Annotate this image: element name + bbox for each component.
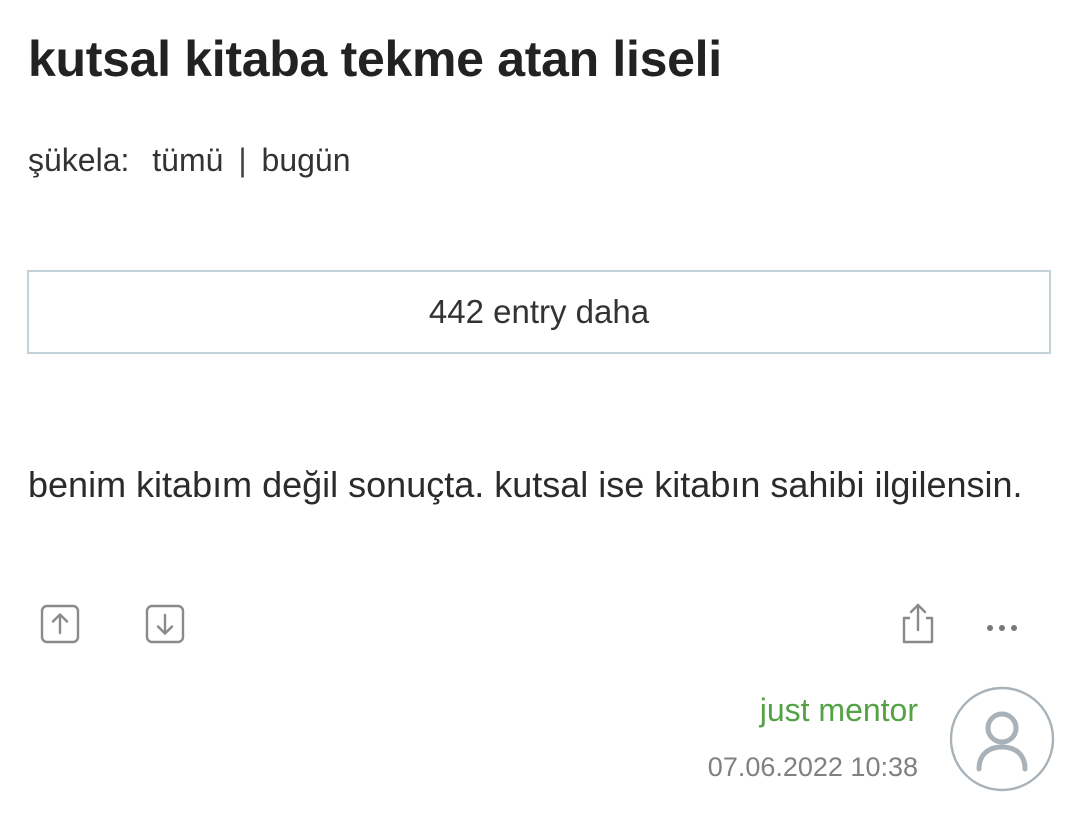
author-name-link[interactable]: just mentor	[760, 692, 918, 729]
ellipsis-icon	[987, 625, 1017, 631]
filter-all-link[interactable]: tümü	[152, 142, 223, 178]
arrow-down-box-icon	[145, 604, 185, 644]
arrow-up-box-icon	[40, 604, 80, 644]
sukela-label: şükela:	[28, 142, 130, 178]
filter-today-link[interactable]: bugün	[262, 142, 351, 178]
sukela-filter: şükela: tümü | bugün	[28, 142, 351, 179]
more-entries-button[interactable]: 442 entry daha	[27, 270, 1051, 354]
downvote-button[interactable]	[145, 604, 185, 644]
share-button[interactable]	[897, 600, 939, 646]
entry-content: benim kitabım değil sonuçta. kutsal ise …	[28, 464, 1023, 505]
user-avatar-icon	[949, 686, 1055, 792]
more-options-button[interactable]	[980, 612, 1028, 642]
topic-title[interactable]: kutsal kitaba tekme atan liseli	[28, 30, 722, 88]
author-avatar[interactable]	[949, 686, 1055, 792]
filter-separator: |	[238, 142, 247, 178]
upvote-button[interactable]	[40, 604, 80, 644]
entry-date-link[interactable]: 07.06.2022 10:38	[708, 752, 918, 783]
more-entries-label: 442 entry daha	[428, 293, 650, 330]
share-icon	[902, 603, 934, 644]
